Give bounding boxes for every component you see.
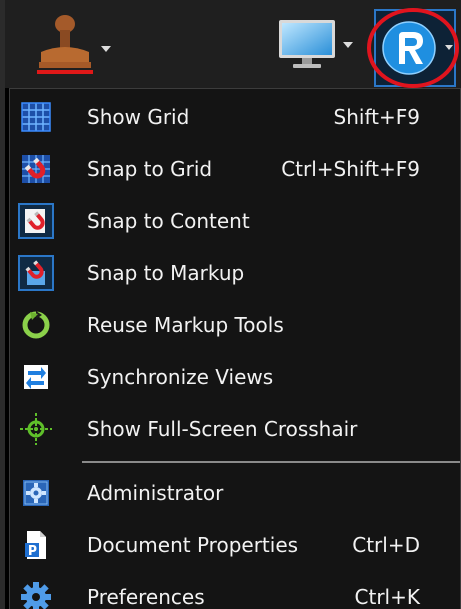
menu-item-label: Document Properties xyxy=(87,533,299,557)
menu-item-administrator[interactable]: Administrator xyxy=(10,467,461,519)
menu-item-label: Snap to Content xyxy=(87,209,250,233)
stamp-icon xyxy=(37,15,93,74)
menu-item-reuse-markup-tools[interactable]: Reuse Markup Tools xyxy=(10,299,461,351)
menu-item-preferences[interactable]: Preferences Ctrl+K xyxy=(10,571,461,609)
menu-item-label: Synchronize Views xyxy=(87,365,274,389)
menu-item-show-grid[interactable]: Show Grid Shift+F9 xyxy=(10,91,461,143)
grid-icon xyxy=(18,99,54,135)
sync-icon xyxy=(18,359,54,395)
window-edge xyxy=(0,0,5,609)
menu-item-label: Show Full-Screen Crosshair xyxy=(87,417,358,441)
view-mode-button[interactable] xyxy=(275,14,365,76)
menu-item-label: Preferences xyxy=(87,585,205,609)
menu-item-label: Reuse Markup Tools xyxy=(87,313,284,337)
menu-item-synchronize-views[interactable]: Synchronize Views xyxy=(10,351,461,403)
menu-item-snap-to-grid[interactable]: Snap to Grid Ctrl+Shift+F9 xyxy=(10,143,461,195)
gear-icon xyxy=(18,579,54,609)
menu-item-shortcut: Shift+F9 xyxy=(333,105,420,129)
monitor-dropdown-chevron-icon xyxy=(343,42,353,48)
snap-content-icon xyxy=(18,203,54,239)
menu-separator xyxy=(82,461,460,463)
menu-item-document-properties[interactable]: Document Properties Ctrl+D xyxy=(10,519,461,571)
crosshair-icon xyxy=(18,411,54,447)
menu-item-shortcut: Ctrl+D xyxy=(352,533,420,557)
dropdown-menu: Show Grid Shift+F9 Snap to Grid Ctrl+Shi… xyxy=(9,88,461,609)
menu-item-label: Snap to Grid xyxy=(87,157,213,181)
menu-item-shortcut: Ctrl+Shift+F9 xyxy=(281,157,420,181)
menu-item-show-full-screen-crosshair[interactable]: Show Full-Screen Crosshair xyxy=(10,403,461,455)
menu-item-label: Administrator xyxy=(87,481,224,505)
stamp-dropdown-chevron-icon xyxy=(101,46,111,52)
snap-markup-icon xyxy=(18,255,54,291)
menu-item-snap-to-markup[interactable]: Snap to Markup xyxy=(10,247,461,299)
administrator-icon xyxy=(18,475,54,511)
menu-item-shortcut: Ctrl+K xyxy=(354,585,420,609)
app-frame: Show Grid Shift+F9 Snap to Grid Ctrl+Shi… xyxy=(0,0,461,609)
reuse-icon xyxy=(18,307,54,343)
menu-item-label: Snap to Markup xyxy=(87,261,245,285)
toolbar xyxy=(5,0,461,88)
menu-item-snap-to-content[interactable]: Snap to Content xyxy=(10,195,461,247)
stamp-button[interactable] xyxy=(31,12,121,78)
document-properties-icon xyxy=(18,527,54,563)
bluebeam-menu-button[interactable] xyxy=(367,6,461,90)
bluebeam-logo-icon xyxy=(367,8,459,88)
snap-grid-icon xyxy=(18,151,54,187)
menu-item-label: Show Grid xyxy=(87,105,190,129)
